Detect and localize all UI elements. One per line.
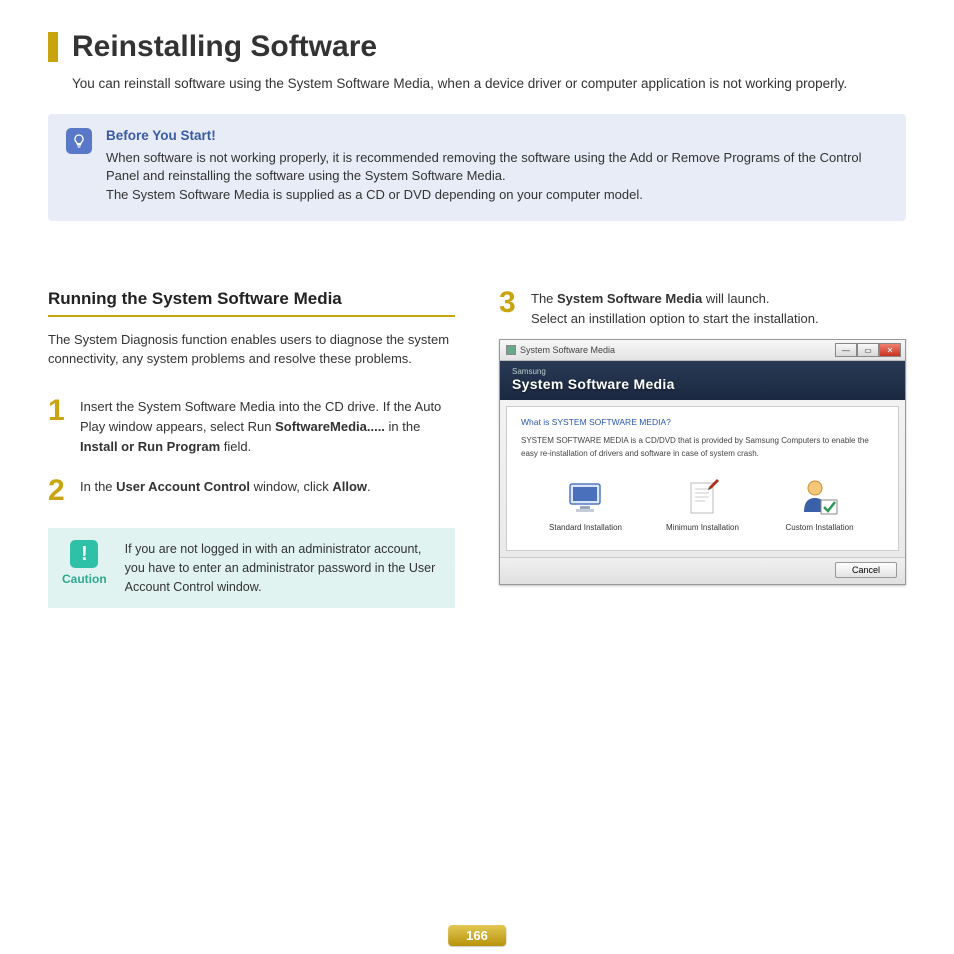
caution-text: If you are not logged in with an adminis… [125, 540, 441, 596]
step-1: 1 Insert the System Software Media into … [48, 397, 455, 457]
tip-line2: The System Software Media is supplied as… [106, 187, 643, 202]
section-desc: The System Diagnosis function enables us… [48, 331, 455, 369]
monitor-icon [565, 479, 607, 517]
user-check-icon [799, 479, 841, 517]
section-heading: Running the System Software Media [48, 289, 455, 317]
step-number: 2 [48, 477, 70, 504]
option-label: Standard Installation [540, 523, 632, 532]
page-number: 166 [448, 925, 506, 946]
window-titlebar: System Software Media — ▭ ✕ [500, 340, 905, 361]
screenshot-window: System Software Media — ▭ ✕ Samsung Syst… [499, 339, 906, 585]
cancel-button[interactable]: Cancel [835, 562, 897, 578]
page-title: Reinstalling Software [72, 30, 377, 64]
tip-line1: When software is not working properly, i… [106, 150, 862, 184]
caution-label: Caution [62, 572, 107, 586]
step-3: 3 The System Software Media will launch.… [499, 289, 906, 329]
minimize-button[interactable]: — [835, 343, 857, 357]
page-intro: You can reinstall software using the Sys… [72, 74, 906, 94]
tip-box: Before You Start! When software is not w… [48, 114, 906, 222]
option-standard[interactable]: Standard Installation [540, 479, 632, 532]
app-question: What is SYSTEM SOFTWARE MEDIA? [521, 417, 884, 427]
step-number: 1 [48, 397, 70, 424]
option-label: Minimum Installation [657, 523, 749, 532]
step-2: 2 In the User Account Control window, cl… [48, 477, 455, 504]
option-label: Custom Installation [774, 523, 866, 532]
title-accent-bar [48, 32, 58, 62]
window-title: System Software Media [520, 345, 615, 355]
close-button[interactable]: ✕ [879, 343, 901, 357]
maximize-button[interactable]: ▭ [857, 343, 879, 357]
tip-title: Before You Start! [106, 128, 888, 143]
app-answer: SYSTEM SOFTWARE MEDIA is a CD/DVD that i… [521, 435, 884, 461]
option-custom[interactable]: Custom Installation [774, 479, 866, 532]
option-minimum[interactable]: Minimum Installation [657, 479, 749, 532]
step-number: 3 [499, 289, 521, 316]
window-app-icon [506, 345, 516, 355]
lightbulb-icon [66, 128, 92, 154]
caution-icon: ! [70, 540, 98, 568]
caution-box: ! Caution If you are not logged in with … [48, 528, 455, 608]
app-brand: Samsung [512, 367, 893, 376]
app-header-title: System Software Media [512, 376, 893, 392]
document-pen-icon [682, 479, 724, 517]
